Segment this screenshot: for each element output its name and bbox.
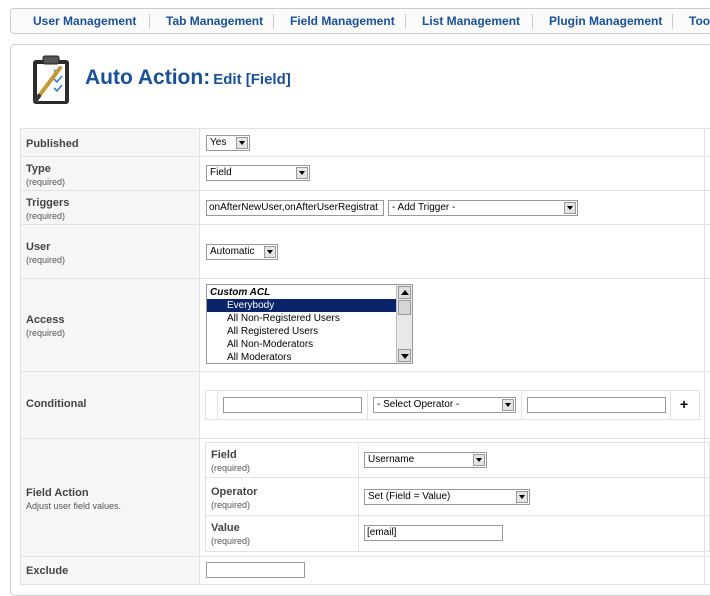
add-condition-icon[interactable]: + <box>680 396 688 412</box>
field-action-operator-label: Operator <box>211 486 258 498</box>
field-action-description: Adjust user field values. <box>26 501 122 511</box>
conditional-operator-select[interactable]: - Select Operator - <box>373 397 516 413</box>
exclude-label: Exclude <box>26 565 69 577</box>
chevron-down-icon <box>473 454 485 466</box>
chevron-down-icon <box>502 399 514 411</box>
type-select[interactable]: Field <box>206 165 310 181</box>
row-type: Type (required) <box>20 156 710 190</box>
triggers-input[interactable]: onAfterNewUser,onAfterUserRegistrat <box>206 200 384 216</box>
published-select[interactable]: Yes <box>206 135 250 151</box>
nav-separator <box>149 14 150 29</box>
access-label: Access <box>26 314 65 326</box>
field-action-operator-select[interactable]: Set (Field = Value) <box>364 489 530 505</box>
user-required: (required) <box>26 255 66 265</box>
field-action-operator-required: (required) <box>211 500 251 510</box>
published-label: Published <box>26 138 79 150</box>
nav-separator <box>273 14 274 29</box>
access-option-everybody[interactable]: Everybody <box>207 299 397 312</box>
nav-separator <box>532 14 533 29</box>
nav-tools[interactable]: Too <box>689 14 710 28</box>
conditional-value-input[interactable] <box>527 397 666 413</box>
field-action-field-select[interactable]: Username <box>364 452 487 468</box>
chevron-down-icon <box>564 202 576 214</box>
conditional-field-input[interactable] <box>223 397 362 413</box>
access-option-non-moderators[interactable]: All Non-Moderators <box>207 338 397 351</box>
nav-list-management[interactable]: List Management <box>422 14 520 28</box>
field-action-value-label: Value <box>211 522 240 534</box>
clipboard-checklist-icon <box>33 55 69 104</box>
field-action-field-required: (required) <box>211 463 251 473</box>
conditional-label: Conditional <box>26 398 87 410</box>
access-option-non-registered[interactable]: All Non-Registered Users <box>207 312 397 325</box>
nav-separator <box>405 14 406 29</box>
triggers-label: Triggers <box>26 197 70 209</box>
nav-field-management[interactable]: Field Management <box>290 14 395 28</box>
access-group-custom-acl: Custom ACL <box>210 287 271 298</box>
scroll-up-icon[interactable] <box>398 286 411 299</box>
chevron-down-icon <box>236 137 248 149</box>
access-option-moderators[interactable]: All Moderators <box>207 351 397 363</box>
chevron-down-icon <box>516 491 528 503</box>
user-select[interactable]: Automatic <box>206 244 278 260</box>
access-required: (required) <box>26 328 66 338</box>
nav-plugin-management[interactable]: Plugin Management <box>549 14 662 28</box>
type-label: Type <box>26 163 51 175</box>
nav-separator <box>672 14 673 29</box>
triggers-required: (required) <box>26 211 66 221</box>
scroll-down-icon[interactable] <box>398 349 411 362</box>
row-exclude: Exclude <box>20 556 710 585</box>
top-navigation: User Management Tab Management Field Man… <box>10 8 710 34</box>
row-published: Published <box>20 128 710 156</box>
row-user: User (required) <box>20 224 710 278</box>
page-title: Auto Action: Edit [Field] <box>85 66 291 90</box>
page-title-main: Auto Action: <box>85 66 211 89</box>
chevron-down-icon <box>296 167 308 179</box>
scroll-thumb[interactable] <box>398 300 411 315</box>
field-action-label: Field Action <box>26 487 89 499</box>
chevron-down-icon <box>264 246 276 258</box>
user-label: User <box>26 241 51 253</box>
field-action-value-required: (required) <box>211 536 251 546</box>
access-listbox[interactable]: Custom ACL Everybody All Non-Registered … <box>206 284 413 364</box>
field-action-value-input[interactable]: [email] <box>364 525 503 541</box>
nav-user-management[interactable]: User Management <box>33 14 136 28</box>
field-action-field-label: Field <box>211 449 237 461</box>
access-scrollbar[interactable] <box>396 285 412 363</box>
add-trigger-select[interactable]: - Add Trigger - <box>388 200 578 216</box>
access-option-registered[interactable]: All Registered Users <box>207 325 397 338</box>
exclude-input[interactable] <box>206 562 305 578</box>
page-title-sub: Edit [Field] <box>213 71 291 88</box>
nav-tab-management[interactable]: Tab Management <box>166 14 263 28</box>
type-required: (required) <box>26 177 66 187</box>
